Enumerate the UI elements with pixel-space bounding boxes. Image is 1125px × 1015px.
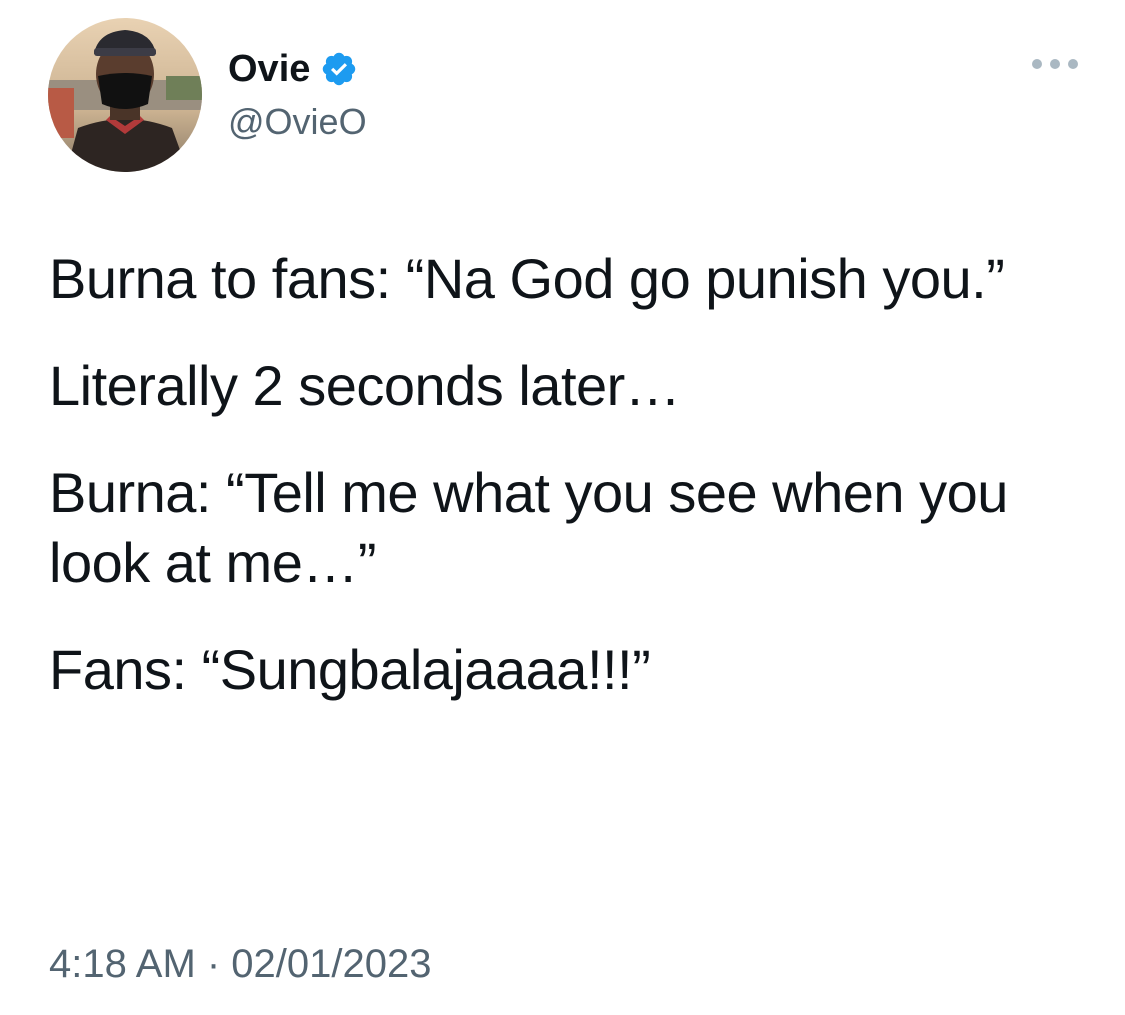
display-name-row: Ovie (228, 44, 367, 94)
tweet-paragraph: Burna to fans: “Na God go punish you.” (49, 247, 1005, 310)
tweet-paragraph: Burna: “Tell me what you see when you lo… (49, 461, 1008, 594)
author-names: Ovie @OvieO (228, 44, 367, 148)
verified-badge-icon (320, 50, 358, 88)
avatar-photo-icon[interactable] (48, 18, 202, 172)
tweet-timestamp[interactable]: 4:18 AM · 02/01/2023 (49, 937, 432, 991)
display-name[interactable]: Ovie (228, 44, 310, 94)
tweet-paragraph: Literally 2 seconds later… (49, 354, 681, 417)
tweet-header: Ovie @OvieO (48, 18, 1078, 174)
author-handle[interactable]: @OvieO (228, 96, 367, 148)
tweet: Ovie @OvieO Burna to fans: “Na God go pu… (0, 0, 1125, 1015)
more-dot (1050, 59, 1060, 69)
tweet-paragraph: Fans: “Sungbalajaaaa!!!” (49, 638, 651, 701)
more-dot (1032, 59, 1042, 69)
tweet-text: Burna to fans: “Na God go punish you.” L… (49, 244, 1059, 742)
more-dot (1068, 59, 1078, 69)
more-options-icon[interactable] (1032, 54, 1078, 74)
